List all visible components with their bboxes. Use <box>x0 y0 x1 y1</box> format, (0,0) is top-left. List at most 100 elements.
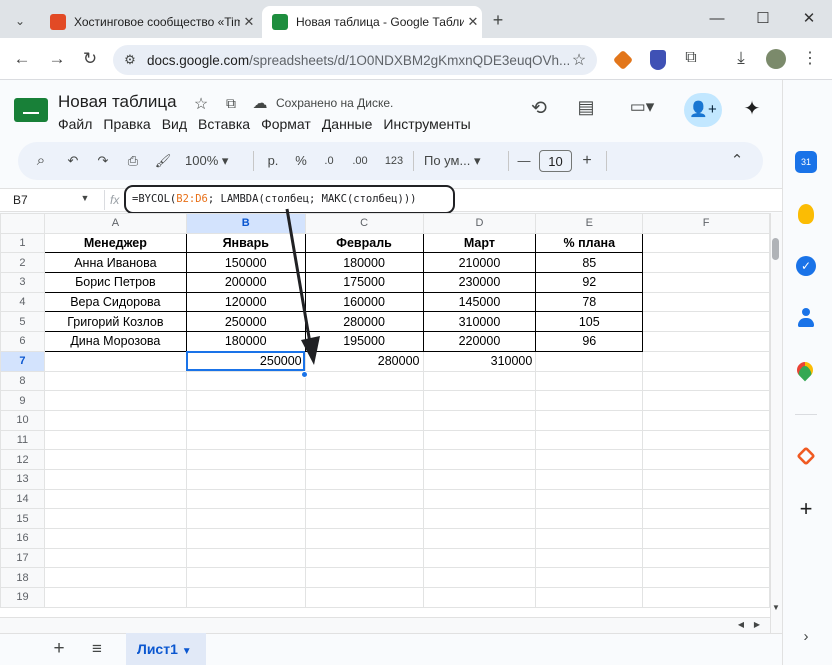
row-header[interactable]: 16 <box>0 528 45 549</box>
cell[interactable] <box>185 370 306 392</box>
cell[interactable] <box>422 567 537 589</box>
menu-file[interactable]: Файл <box>58 116 92 132</box>
tasks-icon[interactable]: ✓ <box>796 256 816 276</box>
minimize-icon[interactable]: — <box>694 6 740 32</box>
row-header[interactable]: 2 <box>0 252 45 274</box>
increase-font-size-icon[interactable]: + <box>577 150 597 172</box>
sheets-logo-icon[interactable] <box>14 98 48 122</box>
tab-hosting-community[interactable]: Хостинговое сообщество «Tim ✕ <box>40 6 258 38</box>
cell[interactable] <box>535 468 644 490</box>
menu-insert[interactable]: Вставка <box>198 116 250 132</box>
cell[interactable] <box>642 449 770 470</box>
print-icon[interactable]: ⎙ <box>122 150 144 172</box>
cell-header-march[interactable]: Март <box>422 232 537 254</box>
cell[interactable] <box>422 508 537 529</box>
get-addons-plus-icon[interactable]: + <box>794 496 818 522</box>
zoom-select[interactable]: 100% ▾ <box>185 150 245 172</box>
cell[interactable]: 105 <box>535 311 644 333</box>
row-header[interactable]: 14 <box>0 488 45 510</box>
cell[interactable] <box>535 567 644 589</box>
cell[interactable]: 85 <box>535 252 644 274</box>
cell[interactable] <box>642 350 770 372</box>
cell[interactable] <box>304 488 424 510</box>
cell[interactable] <box>185 429 306 451</box>
cell[interactable] <box>304 409 424 431</box>
menu-view[interactable]: Вид <box>162 116 187 132</box>
row-header[interactable]: 19 <box>0 587 45 608</box>
cell[interactable] <box>642 508 770 529</box>
cell[interactable] <box>642 409 770 431</box>
cell[interactable]: Дина Морозова <box>43 331 187 352</box>
all-sheets-button[interactable]: ≡ <box>86 638 108 660</box>
cell[interactable] <box>535 370 644 392</box>
menu-format[interactable]: Формат <box>261 116 311 132</box>
decrease-font-size-icon[interactable]: — <box>514 150 534 172</box>
cell[interactable] <box>185 409 306 431</box>
cell[interactable] <box>185 488 306 510</box>
cell[interactable] <box>185 587 306 608</box>
version-history-icon[interactable]: ⟲ <box>527 97 551 120</box>
vertical-scroll-thumb[interactable] <box>772 238 779 260</box>
document-title[interactable]: Новая таблица <box>58 92 177 112</box>
menu-edit[interactable]: Правка <box>103 116 150 132</box>
cell[interactable] <box>535 390 644 411</box>
cell[interactable] <box>422 587 537 608</box>
font-select[interactable]: По ум... ▾ <box>424 150 504 172</box>
scroll-right-arrow-icon[interactable]: ▶ <box>750 620 764 629</box>
cell[interactable] <box>535 528 644 549</box>
browser-menu-icon[interactable]: ⋮ <box>800 48 820 68</box>
cell[interactable] <box>185 528 306 549</box>
close-tab-icon[interactable]: ✕ <box>240 14 258 30</box>
cell[interactable] <box>304 508 424 529</box>
vertical-scrollbar[interactable] <box>770 213 782 633</box>
cell[interactable] <box>422 547 537 569</box>
cell[interactable] <box>642 252 770 274</box>
cell-header-plan-percent[interactable]: % плана <box>535 232 644 254</box>
site-info-icon[interactable]: ⚙ <box>113 52 147 68</box>
cell[interactable] <box>422 370 537 392</box>
expand-side-panel-icon[interactable]: › <box>795 628 817 645</box>
cell[interactable]: Борис Петров <box>43 272 187 293</box>
cell[interactable] <box>43 350 187 372</box>
cell[interactable] <box>43 390 187 411</box>
row-header[interactable]: 1 <box>0 232 45 254</box>
row-header[interactable]: 12 <box>0 449 45 470</box>
row-header[interactable]: 13 <box>0 468 45 490</box>
forward-icon[interactable]: → <box>45 47 69 71</box>
cell[interactable] <box>304 390 424 411</box>
keep-icon[interactable] <box>798 204 814 224</box>
close-tab-icon[interactable]: ✕ <box>464 14 482 30</box>
cell[interactable]: Анна Иванова <box>43 252 187 274</box>
cell[interactable]: 96 <box>535 331 644 352</box>
cell[interactable] <box>535 547 644 569</box>
add-sheet-button[interactable]: + <box>48 638 70 660</box>
cell[interactable] <box>422 390 537 411</box>
row-header[interactable]: 18 <box>0 567 45 589</box>
cell[interactable] <box>535 587 644 608</box>
cell[interactable] <box>304 587 424 608</box>
row-header[interactable]: 10 <box>0 409 45 431</box>
cell[interactable] <box>642 232 770 254</box>
row-header[interactable]: 4 <box>0 291 45 313</box>
cell[interactable] <box>304 468 424 490</box>
font-size-input[interactable]: 10 <box>539 150 572 172</box>
profile-avatar[interactable] <box>766 49 786 69</box>
cell[interactable] <box>185 547 306 569</box>
extensions-icon[interactable]: ⧉ <box>680 49 702 67</box>
cell[interactable] <box>43 528 187 549</box>
tab-google-sheets[interactable]: Новая таблица - Google Табли ✕ <box>262 6 482 38</box>
meet-icon[interactable]: ▭▾ <box>622 97 662 117</box>
cell[interactable] <box>43 370 187 392</box>
contacts-icon[interactable] <box>797 308 815 328</box>
cell[interactable] <box>43 468 187 490</box>
row-header[interactable]: 6 <box>0 331 45 352</box>
sheet-tab-list1[interactable]: Лист1 ▼ <box>126 633 206 665</box>
cell[interactable]: 145000 <box>422 291 537 313</box>
download-icon[interactable]: ⤓ <box>730 48 752 68</box>
name-box[interactable]: B7 <box>13 193 28 207</box>
search-menus-icon[interactable]: ⌕ <box>30 150 52 172</box>
cloud-saved-icon[interactable]: ☁ <box>250 94 270 112</box>
cell[interactable] <box>43 409 187 431</box>
select-all-corner[interactable] <box>0 213 45 234</box>
name-box-dropdown-icon[interactable]: ▼ <box>76 193 94 203</box>
